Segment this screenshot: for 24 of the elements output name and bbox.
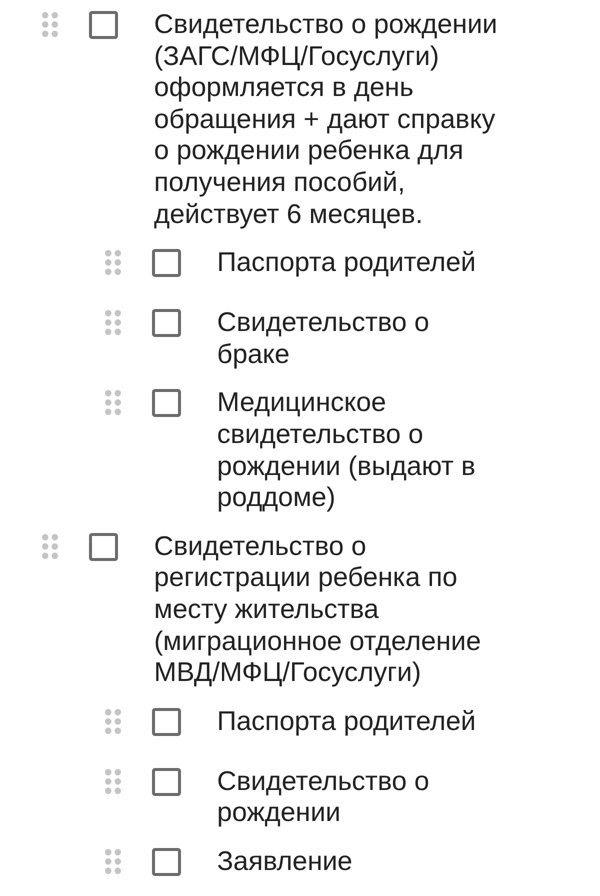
drag-handle-icon[interactable] — [105, 768, 121, 794]
checklist-item-text: Медицинское свидетельство о рождении (выдают в роддоме) — [217, 387, 477, 514]
checkbox[interactable] — [152, 389, 181, 418]
checkbox[interactable] — [89, 532, 118, 561]
checklist-item-text: Свидетельство о регистрации ребенка по месту жительства (миграционное отделение МВД/МФЦ/Госуслуги) — [154, 530, 482, 689]
drag-handle-icon[interactable] — [42, 12, 58, 37]
drag-handle-icon[interactable] — [42, 534, 58, 559]
checklist-item-text: Паспорта родителей — [217, 247, 477, 280]
checkbox[interactable] — [152, 848, 181, 876]
checklist-item-text: Свидетельство о браке — [217, 307, 430, 370]
drag-handle-icon[interactable] — [105, 848, 121, 874]
checkbox[interactable] — [152, 708, 181, 736]
drag-handle-icon[interactable] — [105, 390, 121, 416]
checkbox[interactable] — [152, 768, 181, 796]
checklist-item-text: Свидетельство о рождении — [217, 766, 430, 829]
drag-handle-icon[interactable] — [105, 250, 121, 276]
drag-handle-icon[interactable] — [105, 708, 121, 734]
checkbox[interactable] — [89, 11, 118, 39]
checklist-item-text: Паспорта родителей — [217, 706, 477, 738]
checkbox[interactable] — [152, 309, 181, 338]
checklist-item-text: Заявление — [217, 846, 354, 878]
checklist-item-text: Свидетельство о рождении (ЗАГС/МФЦ/Госуслуги) оформляется в день обращения + дают справку о рождении ребенка для получения пособий, действует 6 месяцев. — [154, 9, 498, 230]
checkbox[interactable] — [152, 249, 181, 278]
drag-handle-icon[interactable] — [105, 310, 121, 336]
